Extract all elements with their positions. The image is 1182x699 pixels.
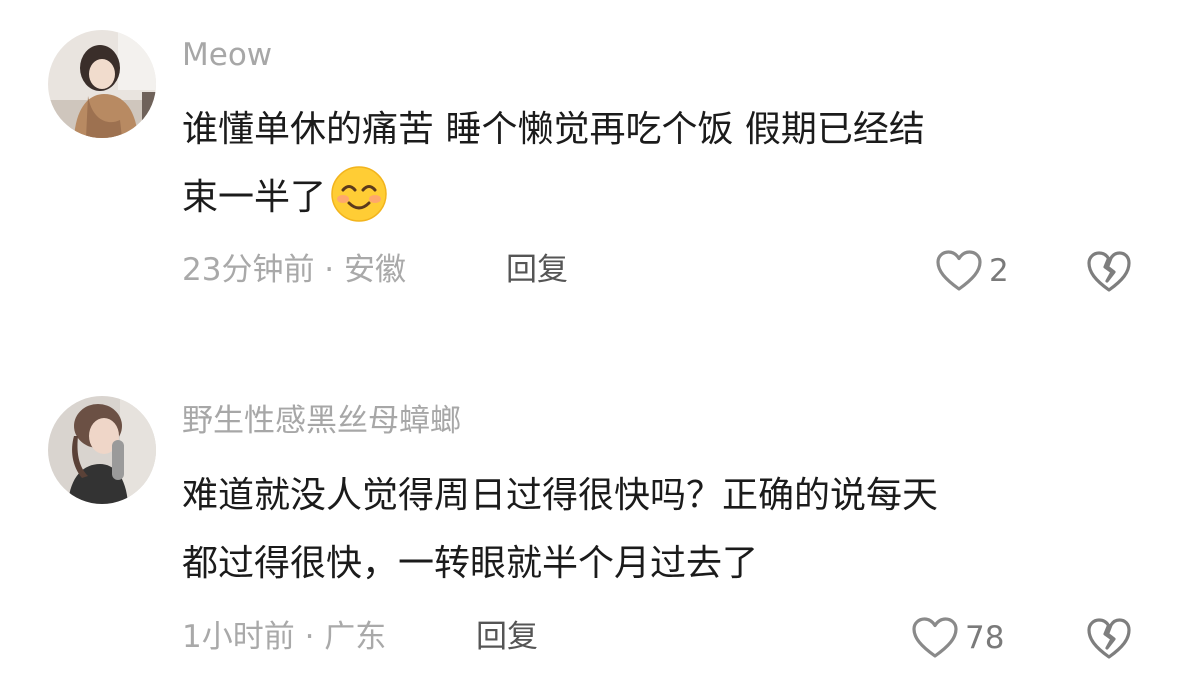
like-count: 78 [965, 619, 1005, 656]
like-count: 2 [989, 252, 1009, 289]
avatar[interactable] [48, 30, 156, 138]
smiling-face-icon [330, 165, 388, 223]
dislike-button[interactable] [1086, 250, 1132, 294]
comment-text-line: 谁懂单休的痛苦 睡个懒觉再吃个饭 假期已经结 [182, 109, 925, 150]
username[interactable]: Meow [182, 40, 272, 71]
username[interactable]: 野生性感黑丝母蟑螂 [182, 406, 461, 437]
time-location: 23分钟前 · 安徽 [182, 252, 407, 288]
like-button[interactable]: 2 [935, 249, 1009, 293]
comment-text: 难道就没人觉得周日过得很快吗？正确的说每天 都过得很快，一转眼就半个月过去了 [182, 462, 1132, 598]
comment-text-line: 难道就没人觉得周日过得很快吗？正确的说每天 [182, 475, 939, 516]
comment-text: 谁懂单休的痛苦 睡个懒觉再吃个饭 假期已经结 束一半了 [182, 96, 1132, 232]
avatar[interactable] [48, 396, 156, 504]
time-location: 1小时前 · 广东 [182, 619, 387, 655]
reply-button[interactable]: 回复 [476, 622, 538, 653]
broken-heart-icon [1086, 250, 1132, 294]
comment-text-line: 束一半了 [182, 164, 1132, 232]
reply-button[interactable]: 回复 [506, 255, 568, 286]
comment-text-line: 都过得很快，一转眼就半个月过去了 [182, 543, 759, 584]
dislike-button[interactable] [1086, 617, 1132, 661]
like-button[interactable]: 78 [911, 616, 1004, 660]
heart-icon [911, 616, 959, 660]
broken-heart-icon [1086, 617, 1132, 661]
heart-icon [935, 249, 983, 293]
